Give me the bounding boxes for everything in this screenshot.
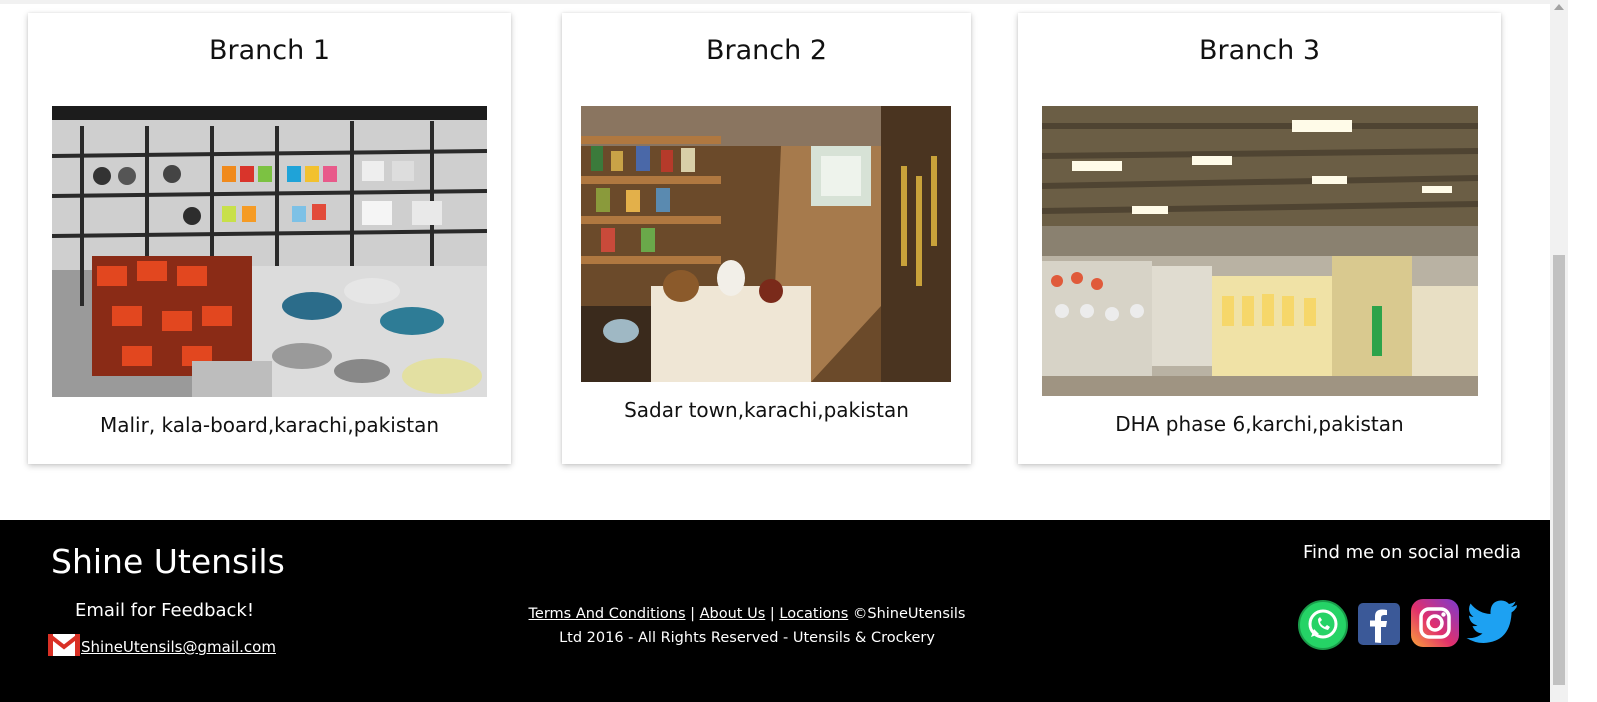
- branch-2-photo: [581, 106, 951, 382]
- terms-link[interactable]: Terms And Conditions: [529, 606, 686, 622]
- branch-title: Branch 2: [706, 35, 827, 66]
- email-row: ShineUtensils@gmail.com: [48, 634, 276, 660]
- scroll-up-arrow-icon[interactable]: [1554, 4, 1564, 10]
- email-link[interactable]: ShineUtensils@gmail.com: [81, 638, 276, 656]
- facebook-icon[interactable]: [1358, 603, 1400, 649]
- copyright-text: ©ShineUtensils: [848, 606, 966, 622]
- footer-links: Terms And Conditions | About Us | Locati…: [497, 602, 997, 650]
- branch-address: Sadar town,karachi,pakistan: [624, 398, 909, 422]
- whatsapp-icon[interactable]: [1298, 600, 1348, 654]
- branch-address: DHA phase 6,karchi,pakistan: [1115, 412, 1404, 436]
- link-separator: |: [685, 606, 700, 622]
- branch-title: Branch 1: [209, 35, 330, 66]
- instagram-icon[interactable]: [1411, 599, 1459, 651]
- locations-link[interactable]: Locations: [779, 606, 848, 622]
- about-link[interactable]: About Us: [700, 606, 766, 622]
- feedback-label: Email for Feedback!: [75, 600, 255, 621]
- top-strip: [0, 0, 1550, 4]
- copyright-line: Ltd 2016 - All Rights Reserved - Utensil…: [559, 630, 935, 646]
- branch-title: Branch 3: [1199, 35, 1320, 66]
- footer: Shine Utensils Email for Feedback! Shine…: [0, 520, 1550, 702]
- social-title: Find me on social media: [1303, 542, 1522, 563]
- branch-card-1: Branch 1 Malir, kala-board,karachi,pakis…: [28, 13, 511, 464]
- twitter-icon[interactable]: [1466, 600, 1518, 648]
- branch-address: Malir, kala-board,karachi,pakistan: [99, 413, 440, 437]
- branch-3-photo: [1042, 106, 1478, 396]
- footer-brand: Shine Utensils: [51, 542, 285, 581]
- gmail-icon: [48, 634, 80, 660]
- scrollbar-thumb[interactable]: [1553, 255, 1565, 685]
- branch-card-2: Branch 2 Sadar town,karachi,pakistan: [562, 13, 971, 464]
- link-separator: |: [765, 606, 780, 622]
- branch-card-3: Branch 3 DHA phase 6,karchi,pakistan: [1018, 13, 1501, 464]
- branch-1-photo: [52, 106, 487, 397]
